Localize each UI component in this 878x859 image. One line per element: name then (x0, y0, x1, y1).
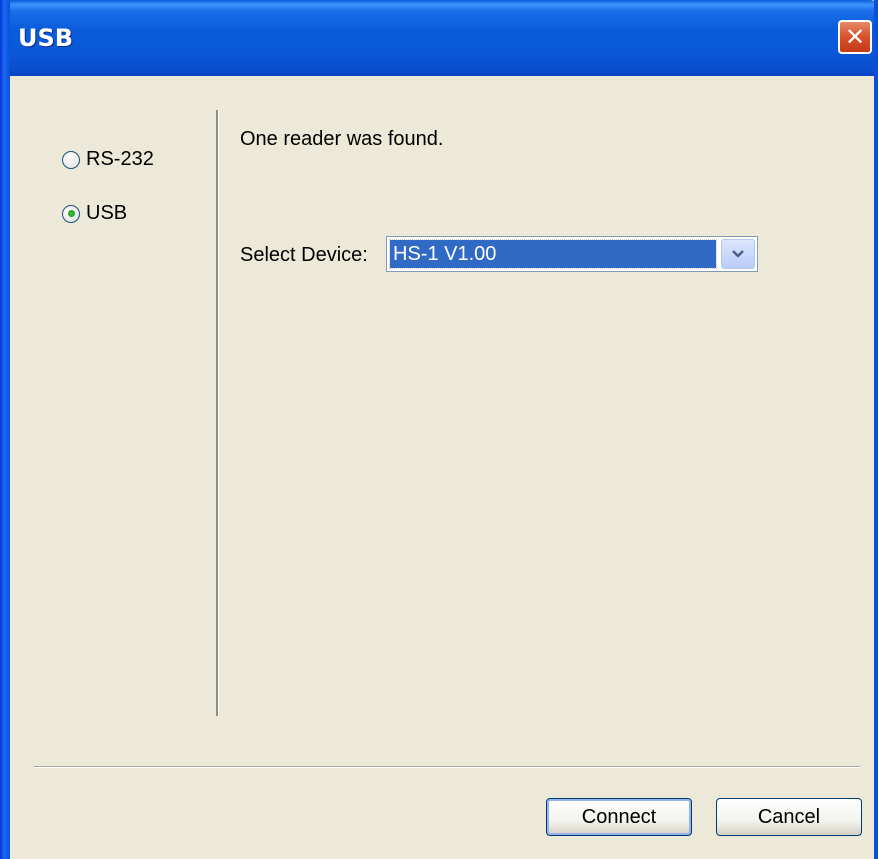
dropdown-button[interactable] (721, 239, 755, 269)
device-selected-value: HS-1 V1.00 (389, 239, 717, 269)
radio-rs232[interactable]: RS-232 (62, 148, 154, 171)
radio-selected-dot (67, 210, 75, 217)
status-message: One reader was found. (240, 128, 444, 150)
window-frame-right (874, 0, 878, 859)
radio-usb-label: USB (86, 202, 128, 224)
radio-usb[interactable]: USB (62, 202, 127, 225)
device-dropdown[interactable]: HS-1 V1.00 (386, 236, 758, 272)
close-icon: ✕ (844, 23, 866, 51)
close-button[interactable]: ✕ (838, 20, 872, 54)
select-device-label: Select Device: (240, 244, 368, 266)
vertical-divider (216, 110, 219, 716)
radio-button-checked[interactable] (62, 204, 80, 223)
horizontal-divider (34, 766, 860, 768)
window-title: USB (18, 24, 74, 52)
radio-rs232-label: RS-232 (86, 148, 154, 170)
dialog-body: RS-232 USB One reader was found. Select … (10, 76, 874, 859)
cancel-button[interactable]: Cancel (716, 798, 862, 836)
title-bar[interactable]: USB ✕ (0, 0, 878, 76)
usb-dialog: USB ✕ RS-232 USB One reader was found. S… (0, 0, 878, 859)
chevron-down-icon (732, 250, 744, 258)
window-frame-left (0, 0, 10, 859)
radio-button-unchecked[interactable] (62, 150, 80, 169)
connect-button[interactable]: Connect (546, 798, 692, 836)
